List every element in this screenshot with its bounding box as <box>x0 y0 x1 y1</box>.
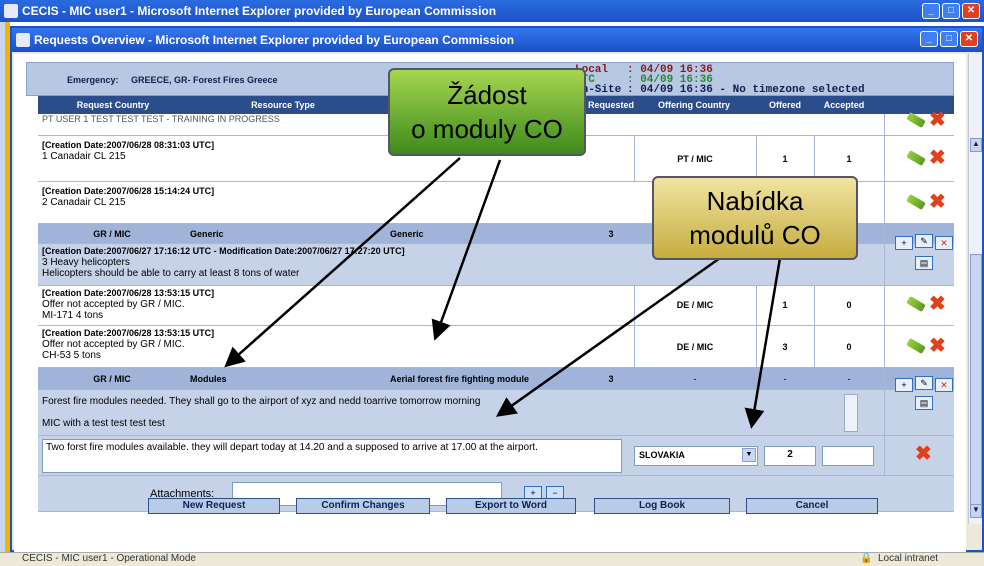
arrow-to-module-type <box>431 159 502 341</box>
request-callout-line-1: Žádost <box>447 80 527 110</box>
offer-callout-line-1: Nabídka <box>706 186 804 216</box>
arrow-to-offer-text <box>495 256 721 417</box>
offer-callout-line-2: modulů CO <box>689 220 821 250</box>
request-callout-line-2: o moduly CO <box>411 114 563 144</box>
arrow-to-offer-qty <box>744 257 782 429</box>
arrow-to-modules <box>224 157 461 368</box>
offer-callout: Nabídka modulů CO <box>652 176 858 260</box>
request-callout: Žádost o moduly CO <box>388 68 586 156</box>
